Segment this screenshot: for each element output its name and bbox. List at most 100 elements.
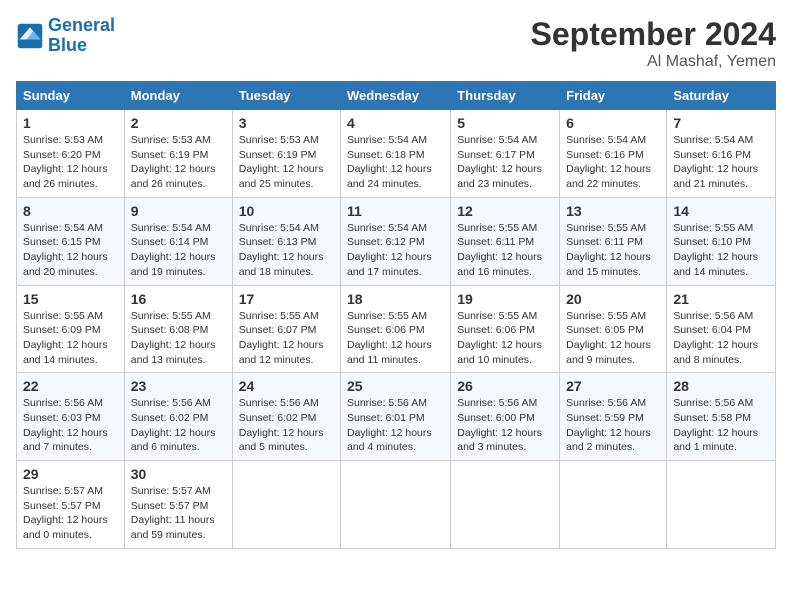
day-number: 12 (457, 203, 553, 219)
calendar-cell: 10 Sunrise: 5:54 AMSunset: 6:13 PMDaylig… (232, 197, 340, 285)
logo-icon (16, 22, 44, 50)
day-number: 24 (239, 378, 334, 394)
day-number: 20 (566, 291, 660, 307)
calendar-cell: 9 Sunrise: 5:54 AMSunset: 6:14 PMDayligh… (124, 197, 232, 285)
calendar-cell: 24 Sunrise: 5:56 AMSunset: 6:02 PMDaylig… (232, 373, 340, 461)
day-detail: Sunrise: 5:56 AMSunset: 6:01 PMDaylight:… (347, 397, 432, 453)
week-row-4: 22 Sunrise: 5:56 AMSunset: 6:03 PMDaylig… (17, 373, 776, 461)
day-detail: Sunrise: 5:55 AMSunset: 6:05 PMDaylight:… (566, 310, 651, 366)
calendar-cell: 29 Sunrise: 5:57 AMSunset: 5:57 PMDaylig… (17, 461, 125, 549)
day-number: 30 (131, 466, 226, 482)
day-detail: Sunrise: 5:54 AMSunset: 6:16 PMDaylight:… (566, 134, 651, 190)
calendar-cell: 11 Sunrise: 5:54 AMSunset: 6:12 PMDaylig… (341, 197, 451, 285)
day-detail: Sunrise: 5:54 AMSunset: 6:16 PMDaylight:… (673, 134, 758, 190)
calendar-cell: 22 Sunrise: 5:56 AMSunset: 6:03 PMDaylig… (17, 373, 125, 461)
day-detail: Sunrise: 5:53 AMSunset: 6:19 PMDaylight:… (239, 134, 324, 190)
day-number: 4 (347, 115, 444, 131)
day-number: 26 (457, 378, 553, 394)
day-number: 21 (673, 291, 769, 307)
logo-blue: Blue (48, 35, 87, 55)
day-number: 22 (23, 378, 118, 394)
day-detail: Sunrise: 5:56 AMSunset: 5:58 PMDaylight:… (673, 397, 758, 453)
weekday-header-wednesday: Wednesday (341, 82, 451, 110)
calendar-cell: 23 Sunrise: 5:56 AMSunset: 6:02 PMDaylig… (124, 373, 232, 461)
weekday-header-friday: Friday (560, 82, 667, 110)
calendar-cell: 14 Sunrise: 5:55 AMSunset: 6:10 PMDaylig… (667, 197, 776, 285)
day-number: 23 (131, 378, 226, 394)
day-number: 9 (131, 203, 226, 219)
calendar-cell: 27 Sunrise: 5:56 AMSunset: 5:59 PMDaylig… (560, 373, 667, 461)
day-number: 18 (347, 291, 444, 307)
calendar-cell: 25 Sunrise: 5:56 AMSunset: 6:01 PMDaylig… (341, 373, 451, 461)
day-number: 3 (239, 115, 334, 131)
day-detail: Sunrise: 5:56 AMSunset: 6:04 PMDaylight:… (673, 310, 758, 366)
day-detail: Sunrise: 5:55 AMSunset: 6:06 PMDaylight:… (347, 310, 432, 366)
day-number: 13 (566, 203, 660, 219)
day-detail: Sunrise: 5:55 AMSunset: 6:11 PMDaylight:… (457, 222, 542, 278)
day-detail: Sunrise: 5:56 AMSunset: 6:03 PMDaylight:… (23, 397, 108, 453)
calendar-cell: 19 Sunrise: 5:55 AMSunset: 6:06 PMDaylig… (451, 285, 560, 373)
day-detail: Sunrise: 5:56 AMSunset: 6:00 PMDaylight:… (457, 397, 542, 453)
calendar-cell: 28 Sunrise: 5:56 AMSunset: 5:58 PMDaylig… (667, 373, 776, 461)
calendar-cell (560, 461, 667, 549)
day-detail: Sunrise: 5:54 AMSunset: 6:12 PMDaylight:… (347, 222, 432, 278)
weekday-header-sunday: Sunday (17, 82, 125, 110)
calendar-cell: 30 Sunrise: 5:57 AMSunset: 5:57 PMDaylig… (124, 461, 232, 549)
weekday-header-row: SundayMondayTuesdayWednesdayThursdayFrid… (17, 82, 776, 110)
day-number: 11 (347, 203, 444, 219)
calendar-cell: 18 Sunrise: 5:55 AMSunset: 6:06 PMDaylig… (341, 285, 451, 373)
day-number: 16 (131, 291, 226, 307)
calendar-cell: 16 Sunrise: 5:55 AMSunset: 6:08 PMDaylig… (124, 285, 232, 373)
day-number: 7 (673, 115, 769, 131)
location-title: Al Mashaf, Yemen (531, 53, 776, 71)
day-number: 5 (457, 115, 553, 131)
day-number: 19 (457, 291, 553, 307)
day-number: 1 (23, 115, 118, 131)
title-area: September 2024 Al Mashaf, Yemen (531, 16, 776, 71)
day-detail: Sunrise: 5:57 AMSunset: 5:57 PMDaylight:… (131, 485, 215, 541)
logo: General Blue (16, 16, 115, 56)
day-detail: Sunrise: 5:56 AMSunset: 5:59 PMDaylight:… (566, 397, 651, 453)
logo-general: General (48, 15, 115, 35)
day-number: 29 (23, 466, 118, 482)
day-detail: Sunrise: 5:55 AMSunset: 6:06 PMDaylight:… (457, 310, 542, 366)
day-number: 2 (131, 115, 226, 131)
calendar-cell: 20 Sunrise: 5:55 AMSunset: 6:05 PMDaylig… (560, 285, 667, 373)
day-detail: Sunrise: 5:54 AMSunset: 6:15 PMDaylight:… (23, 222, 108, 278)
day-number: 25 (347, 378, 444, 394)
calendar-cell: 1 Sunrise: 5:53 AMSunset: 6:20 PMDayligh… (17, 110, 125, 198)
day-detail: Sunrise: 5:54 AMSunset: 6:14 PMDaylight:… (131, 222, 216, 278)
day-number: 6 (566, 115, 660, 131)
page-header: General Blue September 2024 Al Mashaf, Y… (16, 16, 776, 71)
calendar-cell (232, 461, 340, 549)
week-row-5: 29 Sunrise: 5:57 AMSunset: 5:57 PMDaylig… (17, 461, 776, 549)
day-detail: Sunrise: 5:55 AMSunset: 6:10 PMDaylight:… (673, 222, 758, 278)
day-detail: Sunrise: 5:54 AMSunset: 6:13 PMDaylight:… (239, 222, 324, 278)
weekday-header-monday: Monday (124, 82, 232, 110)
calendar-cell: 8 Sunrise: 5:54 AMSunset: 6:15 PMDayligh… (17, 197, 125, 285)
day-detail: Sunrise: 5:56 AMSunset: 6:02 PMDaylight:… (239, 397, 324, 453)
calendar-cell: 5 Sunrise: 5:54 AMSunset: 6:17 PMDayligh… (451, 110, 560, 198)
calendar-cell: 6 Sunrise: 5:54 AMSunset: 6:16 PMDayligh… (560, 110, 667, 198)
calendar-cell: 4 Sunrise: 5:54 AMSunset: 6:18 PMDayligh… (341, 110, 451, 198)
week-row-1: 1 Sunrise: 5:53 AMSunset: 6:20 PMDayligh… (17, 110, 776, 198)
week-row-3: 15 Sunrise: 5:55 AMSunset: 6:09 PMDaylig… (17, 285, 776, 373)
day-number: 15 (23, 291, 118, 307)
calendar-cell: 13 Sunrise: 5:55 AMSunset: 6:11 PMDaylig… (560, 197, 667, 285)
week-row-2: 8 Sunrise: 5:54 AMSunset: 6:15 PMDayligh… (17, 197, 776, 285)
day-detail: Sunrise: 5:55 AMSunset: 6:08 PMDaylight:… (131, 310, 216, 366)
calendar-cell: 17 Sunrise: 5:55 AMSunset: 6:07 PMDaylig… (232, 285, 340, 373)
calendar-cell: 15 Sunrise: 5:55 AMSunset: 6:09 PMDaylig… (17, 285, 125, 373)
calendar-cell: 21 Sunrise: 5:56 AMSunset: 6:04 PMDaylig… (667, 285, 776, 373)
day-number: 28 (673, 378, 769, 394)
weekday-header-thursday: Thursday (451, 82, 560, 110)
day-detail: Sunrise: 5:53 AMSunset: 6:20 PMDaylight:… (23, 134, 108, 190)
calendar-table: SundayMondayTuesdayWednesdayThursdayFrid… (16, 81, 776, 549)
calendar-cell: 3 Sunrise: 5:53 AMSunset: 6:19 PMDayligh… (232, 110, 340, 198)
day-detail: Sunrise: 5:55 AMSunset: 6:09 PMDaylight:… (23, 310, 108, 366)
day-number: 8 (23, 203, 118, 219)
day-detail: Sunrise: 5:55 AMSunset: 6:11 PMDaylight:… (566, 222, 651, 278)
day-number: 27 (566, 378, 660, 394)
day-number: 14 (673, 203, 769, 219)
day-detail: Sunrise: 5:55 AMSunset: 6:07 PMDaylight:… (239, 310, 324, 366)
